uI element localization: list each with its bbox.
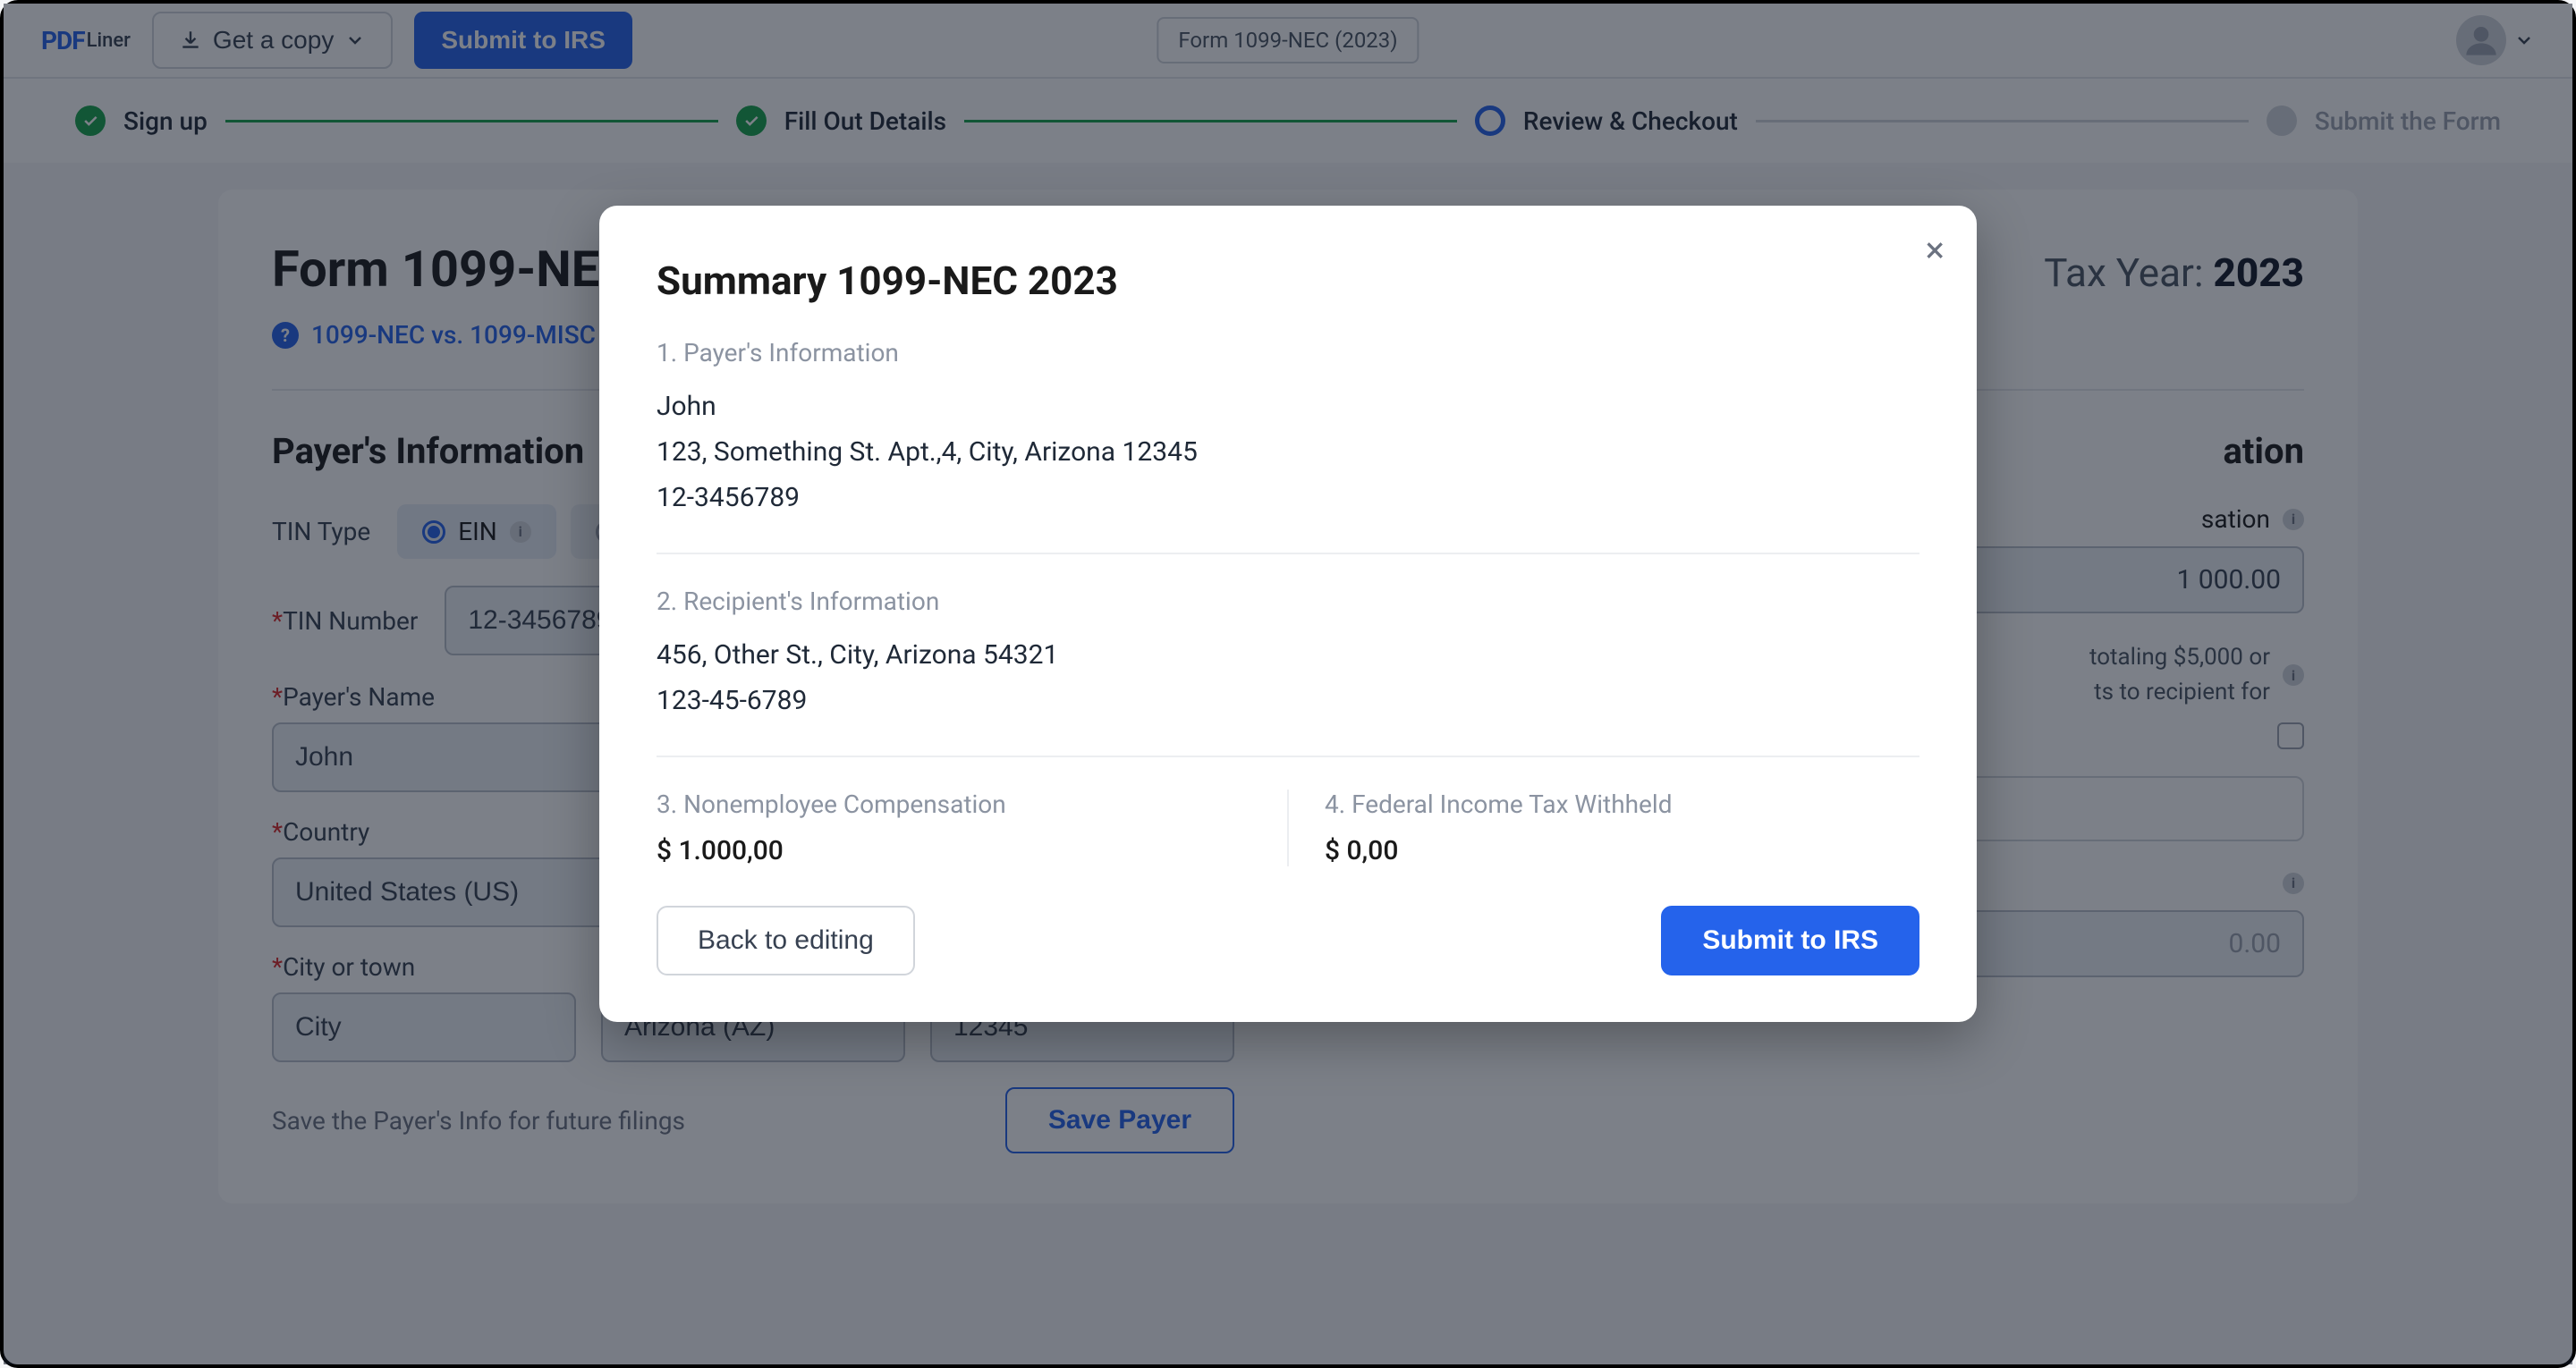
summary-modal: × Summary 1099-NEC 2023 1. Payer's Infor…: [599, 206, 1977, 1022]
divider: [657, 553, 1919, 554]
modal-payer-name: John: [657, 384, 1919, 429]
modal-payer-address: 123, Something St. Apt.,4, City, Arizona…: [657, 429, 1919, 475]
close-icon[interactable]: ×: [1926, 232, 1945, 268]
modal-recipient-address: 456, Other St., City, Arizona 54321: [657, 632, 1919, 678]
modal-comp-label: 3. Nonemployee Compensation: [657, 790, 1251, 819]
modal-title: Summary 1099-NEC 2023: [657, 258, 1919, 304]
modal-submit-irs-button[interactable]: Submit to IRS: [1661, 906, 1919, 975]
modal-overlay: × Summary 1099-NEC 2023 1. Payer's Infor…: [4, 4, 2572, 1364]
modal-recipient-label: 2. Recipient's Information: [657, 587, 1919, 616]
divider: [657, 756, 1919, 757]
modal-payer-label: 1. Payer's Information: [657, 338, 1919, 367]
modal-payer-tin: 12-3456789: [657, 475, 1919, 520]
modal-recipient-tin: 123-45-6789: [657, 678, 1919, 723]
modal-withheld-value: $ 0,00: [1325, 835, 1919, 866]
modal-comp-value: $ 1.000,00: [657, 835, 1251, 866]
modal-withheld-label: 4. Federal Income Tax Withheld: [1325, 790, 1919, 819]
back-to-editing-button[interactable]: Back to editing: [657, 906, 915, 975]
